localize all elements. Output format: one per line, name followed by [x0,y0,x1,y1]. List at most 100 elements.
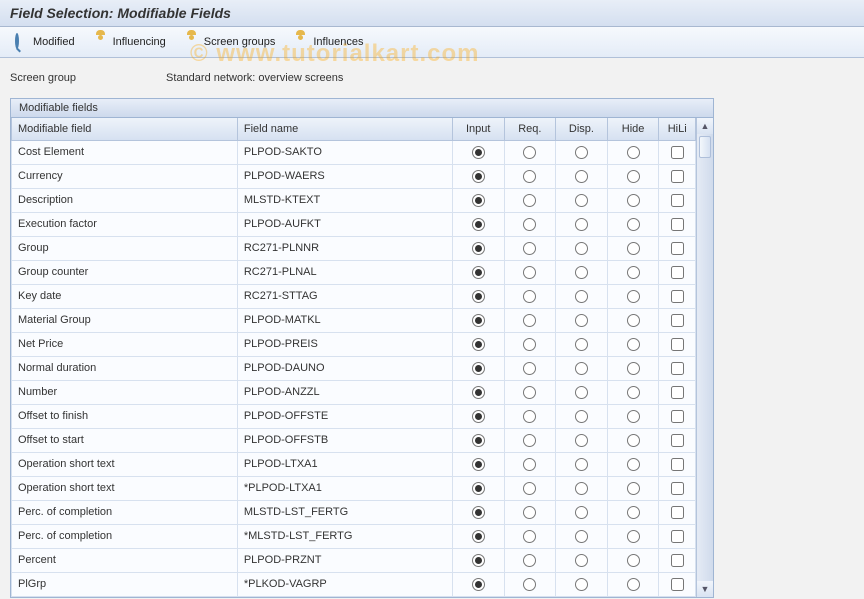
radio-req[interactable] [523,458,536,471]
radio-req[interactable] [523,194,536,207]
radio-req[interactable] [523,242,536,255]
checkbox-hili[interactable] [671,410,684,423]
checkbox-hili[interactable] [671,578,684,591]
radio-req[interactable] [523,290,536,303]
checkbox-hili[interactable] [671,434,684,447]
radio-input[interactable] [472,530,485,543]
checkbox-hili[interactable] [671,290,684,303]
radio-hide[interactable] [627,194,640,207]
radio-disp[interactable] [575,290,588,303]
checkbox-hili[interactable] [671,362,684,375]
table-row[interactable]: Cost ElementPLPOD-SAKTO [12,140,696,164]
radio-hide[interactable] [627,530,640,543]
influences-button[interactable]: Influences [286,31,372,53]
radio-req[interactable] [523,530,536,543]
radio-req[interactable] [523,266,536,279]
radio-disp[interactable] [575,218,588,231]
table-row[interactable]: Offset to startPLPOD-OFFSTB [12,428,696,452]
col-input[interactable]: Input [452,118,504,140]
radio-hide[interactable] [627,146,640,159]
radio-disp[interactable] [575,458,588,471]
table-row[interactable]: Operation short textPLPOD-LTXA1 [12,452,696,476]
radio-input[interactable] [472,218,485,231]
checkbox-hili[interactable] [671,194,684,207]
radio-hide[interactable] [627,338,640,351]
radio-disp[interactable] [575,506,588,519]
checkbox-hili[interactable] [671,458,684,471]
radio-req[interactable] [523,578,536,591]
radio-disp[interactable] [575,170,588,183]
radio-input[interactable] [472,290,485,303]
radio-hide[interactable] [627,314,640,327]
screen-groups-button[interactable]: Screen groups [177,31,285,53]
radio-hide[interactable] [627,410,640,423]
radio-input[interactable] [472,242,485,255]
radio-hide[interactable] [627,170,640,183]
scroll-track[interactable] [697,134,713,581]
checkbox-hili[interactable] [671,146,684,159]
radio-input[interactable] [472,554,485,567]
radio-disp[interactable] [575,362,588,375]
checkbox-hili[interactable] [671,266,684,279]
radio-hide[interactable] [627,290,640,303]
radio-disp[interactable] [575,530,588,543]
radio-input[interactable] [472,386,485,399]
checkbox-hili[interactable] [671,242,684,255]
table-row[interactable]: Group counterRC271-PLNAL [12,260,696,284]
radio-disp[interactable] [575,314,588,327]
radio-input[interactable] [472,266,485,279]
table-row[interactable]: PercentPLPOD-PRZNT [12,548,696,572]
col-hide[interactable]: Hide [607,118,659,140]
influencing-button[interactable]: Influencing [86,31,175,53]
radio-input[interactable] [472,458,485,471]
table-row[interactable]: CurrencyPLPOD-WAERS [12,164,696,188]
table-row[interactable]: NumberPLPOD-ANZZL [12,380,696,404]
radio-input[interactable] [472,170,485,183]
radio-hide[interactable] [627,218,640,231]
table-row[interactable]: Key dateRC271-STTAG [12,284,696,308]
radio-hide[interactable] [627,506,640,519]
vertical-scrollbar[interactable]: ▲ ▼ [696,118,713,597]
radio-input[interactable] [472,506,485,519]
table-row[interactable]: Net PricePLPOD-PREIS [12,332,696,356]
radio-req[interactable] [523,218,536,231]
radio-input[interactable] [472,482,485,495]
table-row[interactable]: Material GroupPLPOD-MATKL [12,308,696,332]
radio-hide[interactable] [627,578,640,591]
checkbox-hili[interactable] [671,506,684,519]
radio-req[interactable] [523,146,536,159]
checkbox-hili[interactable] [671,386,684,399]
radio-disp[interactable] [575,410,588,423]
radio-hide[interactable] [627,266,640,279]
radio-hide[interactable] [627,242,640,255]
radio-input[interactable] [472,362,485,375]
checkbox-hili[interactable] [671,482,684,495]
checkbox-hili[interactable] [671,170,684,183]
radio-req[interactable] [523,338,536,351]
col-req[interactable]: Req. [504,118,556,140]
radio-disp[interactable] [575,482,588,495]
radio-disp[interactable] [575,434,588,447]
checkbox-hili[interactable] [671,338,684,351]
col-hili[interactable]: HiLi [659,118,696,140]
col-field-name[interactable]: Field name [237,118,452,140]
checkbox-hili[interactable] [671,530,684,543]
radio-hide[interactable] [627,554,640,567]
radio-input[interactable] [472,146,485,159]
scroll-thumb[interactable] [699,136,711,158]
table-row[interactable]: PlGrp*PLKOD-VAGRP [12,572,696,596]
radio-disp[interactable] [575,578,588,591]
checkbox-hili[interactable] [671,554,684,567]
radio-disp[interactable] [575,266,588,279]
table-row[interactable]: Normal durationPLPOD-DAUNO [12,356,696,380]
table-row[interactable]: Execution factorPLPOD-AUFKT [12,212,696,236]
radio-req[interactable] [523,554,536,567]
checkbox-hili[interactable] [671,314,684,327]
radio-hide[interactable] [627,458,640,471]
radio-hide[interactable] [627,482,640,495]
radio-input[interactable] [472,338,485,351]
col-modifiable-field[interactable]: Modifiable field [12,118,238,140]
radio-input[interactable] [472,434,485,447]
radio-disp[interactable] [575,554,588,567]
radio-req[interactable] [523,482,536,495]
